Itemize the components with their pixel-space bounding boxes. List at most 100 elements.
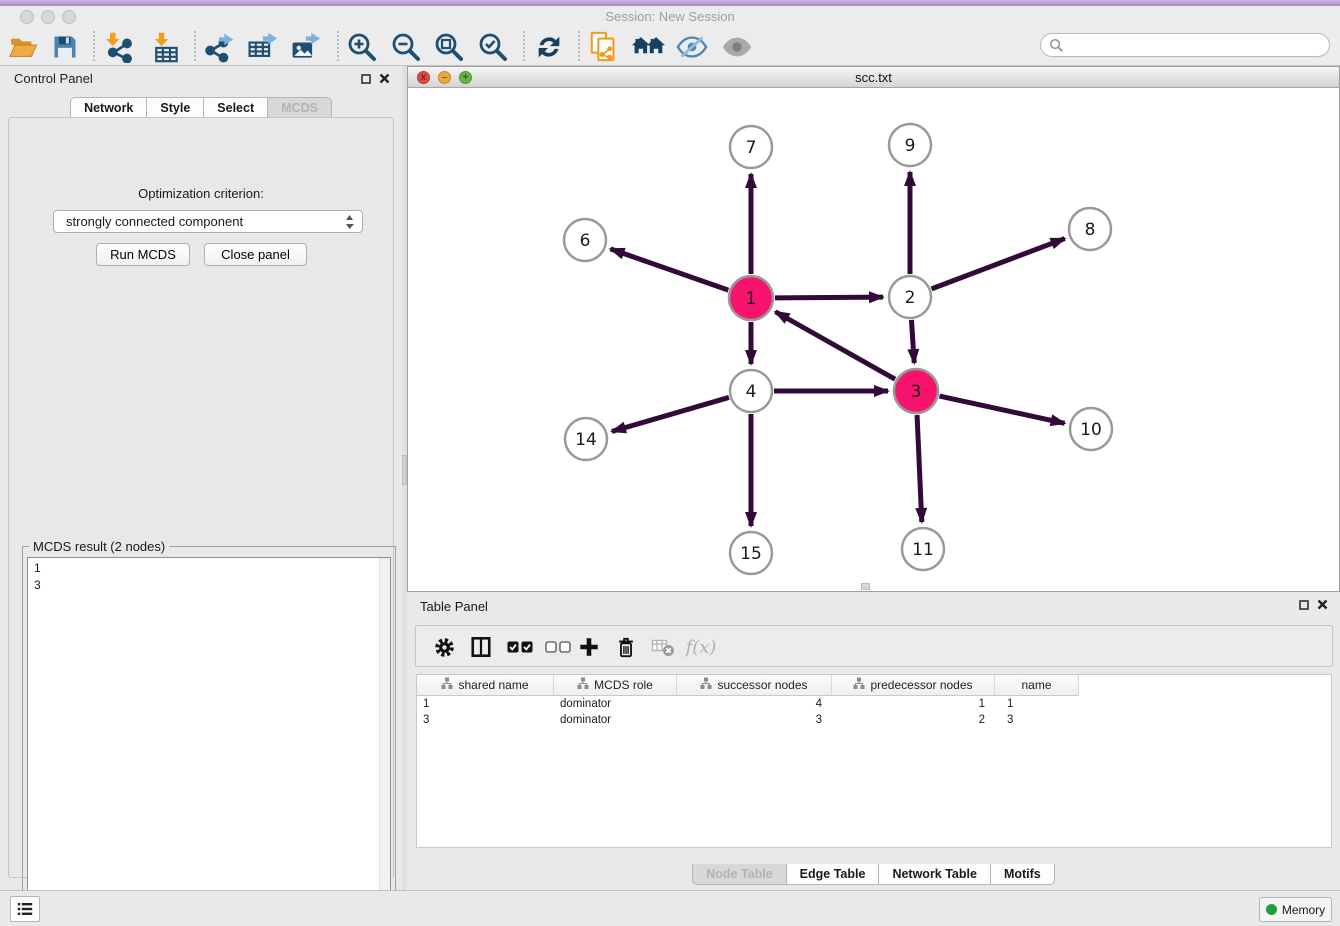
column-header-predecessor-nodes[interactable]: predecessor nodes (832, 675, 995, 696)
graph-node-1[interactable]: 1 (729, 276, 773, 320)
graph-edge-3-11[interactable] (917, 415, 922, 522)
canvas-scroll-handle[interactable] (861, 583, 870, 590)
graph-node-10[interactable]: 10 (1070, 408, 1112, 450)
tab-select[interactable]: Select (204, 97, 268, 118)
tab-network-table[interactable]: Network Table (879, 864, 991, 885)
graph-node-3[interactable]: 3 (894, 369, 938, 413)
svg-text:9: 9 (905, 136, 916, 156)
close-panel-icon[interactable] (379, 73, 390, 84)
add-row-icon[interactable] (572, 631, 606, 663)
close-panel-button[interactable]: Close panel (204, 243, 307, 266)
column-header-MCDS-role[interactable]: MCDS role (554, 675, 677, 696)
memory-button[interactable]: Memory (1259, 897, 1332, 922)
refresh-layout-icon[interactable] (531, 30, 567, 64)
graph-node-6[interactable]: 6 (564, 219, 606, 261)
show-columns-icon[interactable] (464, 631, 498, 663)
svg-text:6: 6 (580, 231, 591, 251)
table-cell[interactable]: 3 (995, 712, 1079, 728)
zoom-selected-icon[interactable] (475, 30, 511, 64)
toolbar-divider (194, 31, 196, 61)
deselect-all-icon[interactable] (541, 631, 575, 663)
graph-edge-1-2[interactable] (775, 297, 883, 298)
import-table-icon[interactable] (148, 30, 184, 64)
mcds-result-line: 1 (34, 560, 384, 577)
float-table-panel-icon[interactable] (1299, 600, 1309, 610)
show-details-icon[interactable] (719, 30, 755, 64)
table-cell[interactable]: 1 (832, 696, 995, 712)
cytoscape-window: Session: New Session (0, 0, 1340, 926)
home-icon[interactable] (630, 30, 666, 64)
graph-node-14[interactable]: 14 (565, 418, 607, 460)
graph-edge-1-6[interactable] (610, 249, 728, 290)
close-table-panel-icon[interactable] (1317, 599, 1328, 610)
delete-table-icon[interactable] (646, 631, 680, 663)
svg-text:8: 8 (1085, 220, 1096, 240)
hierarchy-icon (441, 677, 453, 693)
save-session-icon[interactable] (47, 30, 83, 64)
settings-gear-icon[interactable] (427, 631, 461, 663)
svg-text:2: 2 (905, 288, 916, 308)
select-all-icon[interactable] (503, 631, 537, 663)
graph-node-11[interactable]: 11 (902, 528, 944, 570)
toolbar-divider (578, 31, 580, 61)
tab-mcds[interactable]: MCDS (268, 97, 332, 118)
table-cell[interactable]: 2 (832, 712, 995, 728)
graph-node-2[interactable]: 2 (889, 276, 931, 318)
hide-details-icon[interactable] (674, 30, 710, 64)
tab-network[interactable]: Network (70, 97, 147, 118)
toolbar-divider (523, 31, 525, 61)
column-header-successor-nodes[interactable]: successor nodes (677, 675, 832, 696)
table-cell[interactable]: dominator (554, 712, 677, 728)
toolbar-divider (93, 31, 95, 61)
tab-style[interactable]: Style (147, 97, 204, 118)
list-icon (16, 901, 34, 917)
graph-edge-4-14[interactable] (612, 397, 729, 431)
table-row[interactable]: 1dominator411 (417, 696, 1331, 712)
delete-row-icon[interactable] (609, 631, 643, 663)
zoom-fit-icon[interactable] (431, 30, 467, 64)
column-header-shared-name[interactable]: shared name (417, 675, 554, 696)
table-cell[interactable]: 4 (677, 696, 832, 712)
run-mcds-button[interactable]: Run MCDS (96, 243, 190, 266)
graph-edge-3-10[interactable] (939, 396, 1064, 423)
search-input[interactable] (1064, 35, 1329, 55)
graph-node-9[interactable]: 9 (889, 124, 931, 166)
tab-node-table[interactable]: Node Table (692, 864, 786, 885)
graph-edge-2-3[interactable] (911, 320, 914, 363)
graph-edge-3-1[interactable] (775, 312, 895, 379)
zoom-out-icon[interactable] (388, 30, 424, 64)
table-cell[interactable]: 3 (417, 712, 554, 728)
table-cell[interactable]: 3 (677, 712, 832, 728)
tab-edge-table[interactable]: Edge Table (787, 864, 880, 885)
export-image-icon[interactable] (287, 30, 323, 64)
export-table-icon[interactable] (244, 30, 280, 64)
criterion-dropdown[interactable]: strongly connected component (53, 210, 363, 233)
svg-text:15: 15 (740, 544, 762, 564)
mcds-result-text[interactable]: 13 (27, 557, 391, 918)
table-row[interactable]: 3dominator323 (417, 712, 1331, 728)
table-panel-title: Table Panel (420, 599, 488, 614)
float-panel-icon[interactable] (361, 74, 371, 84)
network-canvas[interactable]: 7 9 6 8 1 2 4 3 14 10 15 11 (408, 88, 1339, 591)
tab-motifs[interactable]: Motifs (991, 864, 1055, 885)
graph-edge-2-8[interactable] (932, 239, 1065, 289)
import-network-icon[interactable] (101, 30, 137, 64)
control-panel-tabs: NetworkStyleSelectMCDS (0, 97, 402, 118)
graph-node-15[interactable]: 15 (730, 532, 772, 574)
column-header-name[interactable]: name (995, 675, 1079, 696)
graph-node-4[interactable]: 4 (730, 370, 772, 412)
table-cell[interactable]: 1 (995, 696, 1079, 712)
table-toolbar: f(x) (415, 625, 1333, 667)
open-folder-icon[interactable] (5, 30, 41, 64)
graph-node-7[interactable]: 7 (730, 126, 772, 168)
function-builder-icon[interactable]: f(x) (684, 631, 718, 663)
graph-node-8[interactable]: 8 (1069, 208, 1111, 250)
result-scrollbar[interactable] (379, 558, 390, 917)
export-network-icon[interactable] (201, 30, 237, 64)
task-history-button[interactable] (10, 896, 40, 922)
table-cell[interactable]: dominator (554, 696, 677, 712)
network-document-icon[interactable] (586, 30, 622, 64)
table-cell[interactable]: 1 (417, 696, 554, 712)
zoom-in-icon[interactable] (344, 30, 380, 64)
mcds-result-box: MCDS result (2 nodes) 13 (22, 546, 396, 923)
